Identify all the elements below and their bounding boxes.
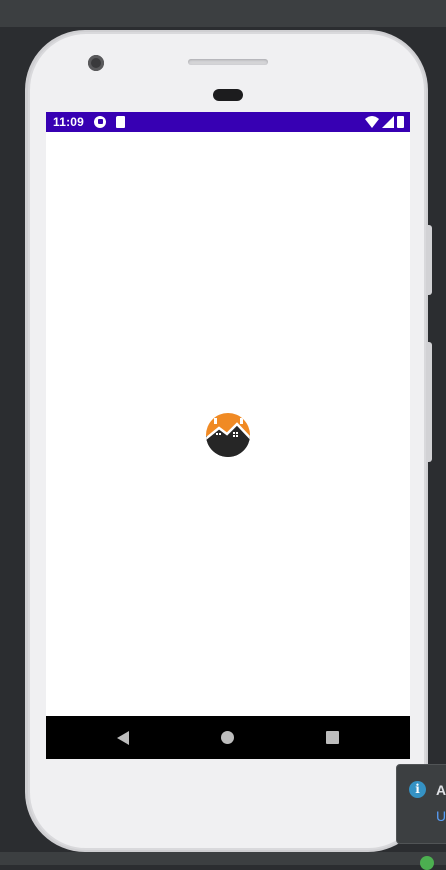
ide-top-bar: [0, 0, 446, 27]
recent-square-icon[interactable]: [326, 731, 339, 744]
ide-notification-balloon[interactable]: i A U: [396, 764, 446, 844]
notification-app-icon: [94, 116, 106, 128]
house-roof-logo-icon: [206, 413, 250, 457]
status-time: 11:09: [53, 115, 85, 129]
notification-link[interactable]: U: [436, 808, 446, 824]
battery-icon: [397, 116, 404, 128]
device-screen[interactable]: 11:09: [46, 112, 410, 759]
power-button[interactable]: [426, 342, 432, 462]
volume-button[interactable]: [426, 225, 432, 295]
navigation-bar: [46, 716, 410, 759]
proximity-sensor: [213, 89, 243, 101]
wifi-icon: [365, 116, 379, 128]
status-indicator-icon: [420, 856, 434, 870]
cell-signal-icon: [382, 116, 394, 128]
front-camera-icon: [88, 55, 104, 71]
back-triangle-icon[interactable]: [116, 730, 130, 746]
sd-card-icon: [116, 116, 125, 128]
app-logo: [205, 412, 251, 458]
earpiece-speaker: [188, 59, 268, 65]
ide-bottom-bar: [0, 852, 446, 865]
home-circle-icon[interactable]: [221, 731, 234, 744]
status-right-icons: [365, 115, 404, 129]
info-icon: i: [409, 781, 426, 798]
status-bar: 11:09: [46, 112, 410, 132]
notification-title: A: [436, 782, 446, 798]
